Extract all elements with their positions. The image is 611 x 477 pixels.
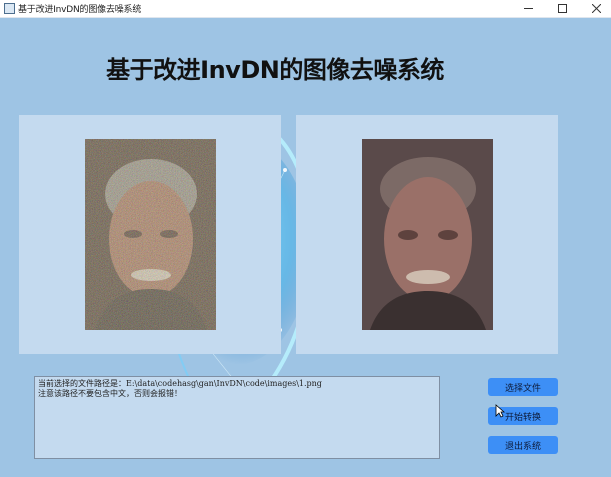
close-button[interactable] — [581, 0, 611, 17]
mouse-cursor-icon — [495, 404, 505, 418]
maximize-icon — [557, 4, 567, 13]
page-title: 基于改进InvDN的图像去噪系统 — [106, 56, 444, 84]
window-title: 基于改进InvDN的图像去噪系统 — [18, 5, 142, 15]
noisy-input-image — [85, 139, 216, 330]
exit-system-button[interactable]: 退出系统 — [488, 436, 558, 454]
minimize-icon — [523, 8, 533, 9]
maximize-button[interactable] — [547, 0, 577, 17]
denoised-output-image — [362, 139, 493, 330]
path-warning-message: 注意该路径不要包含中文，否则会报错！ — [38, 389, 182, 398]
selected-path-message: 当前选择的文件路径是：E:\data\codehasg\gan\InvDN\co… — [38, 379, 322, 388]
title-bar: 基于改进InvDN的图像去噪系统 — [0, 0, 611, 18]
close-icon — [591, 4, 601, 13]
status-log-textbox[interactable]: 当前选择的文件路径是：E:\data\codehasg\gan\InvDN\co… — [34, 376, 440, 459]
app-window-icon — [4, 3, 15, 14]
minimize-button[interactable] — [513, 0, 543, 17]
select-file-button[interactable]: 选择文件 — [488, 378, 558, 396]
